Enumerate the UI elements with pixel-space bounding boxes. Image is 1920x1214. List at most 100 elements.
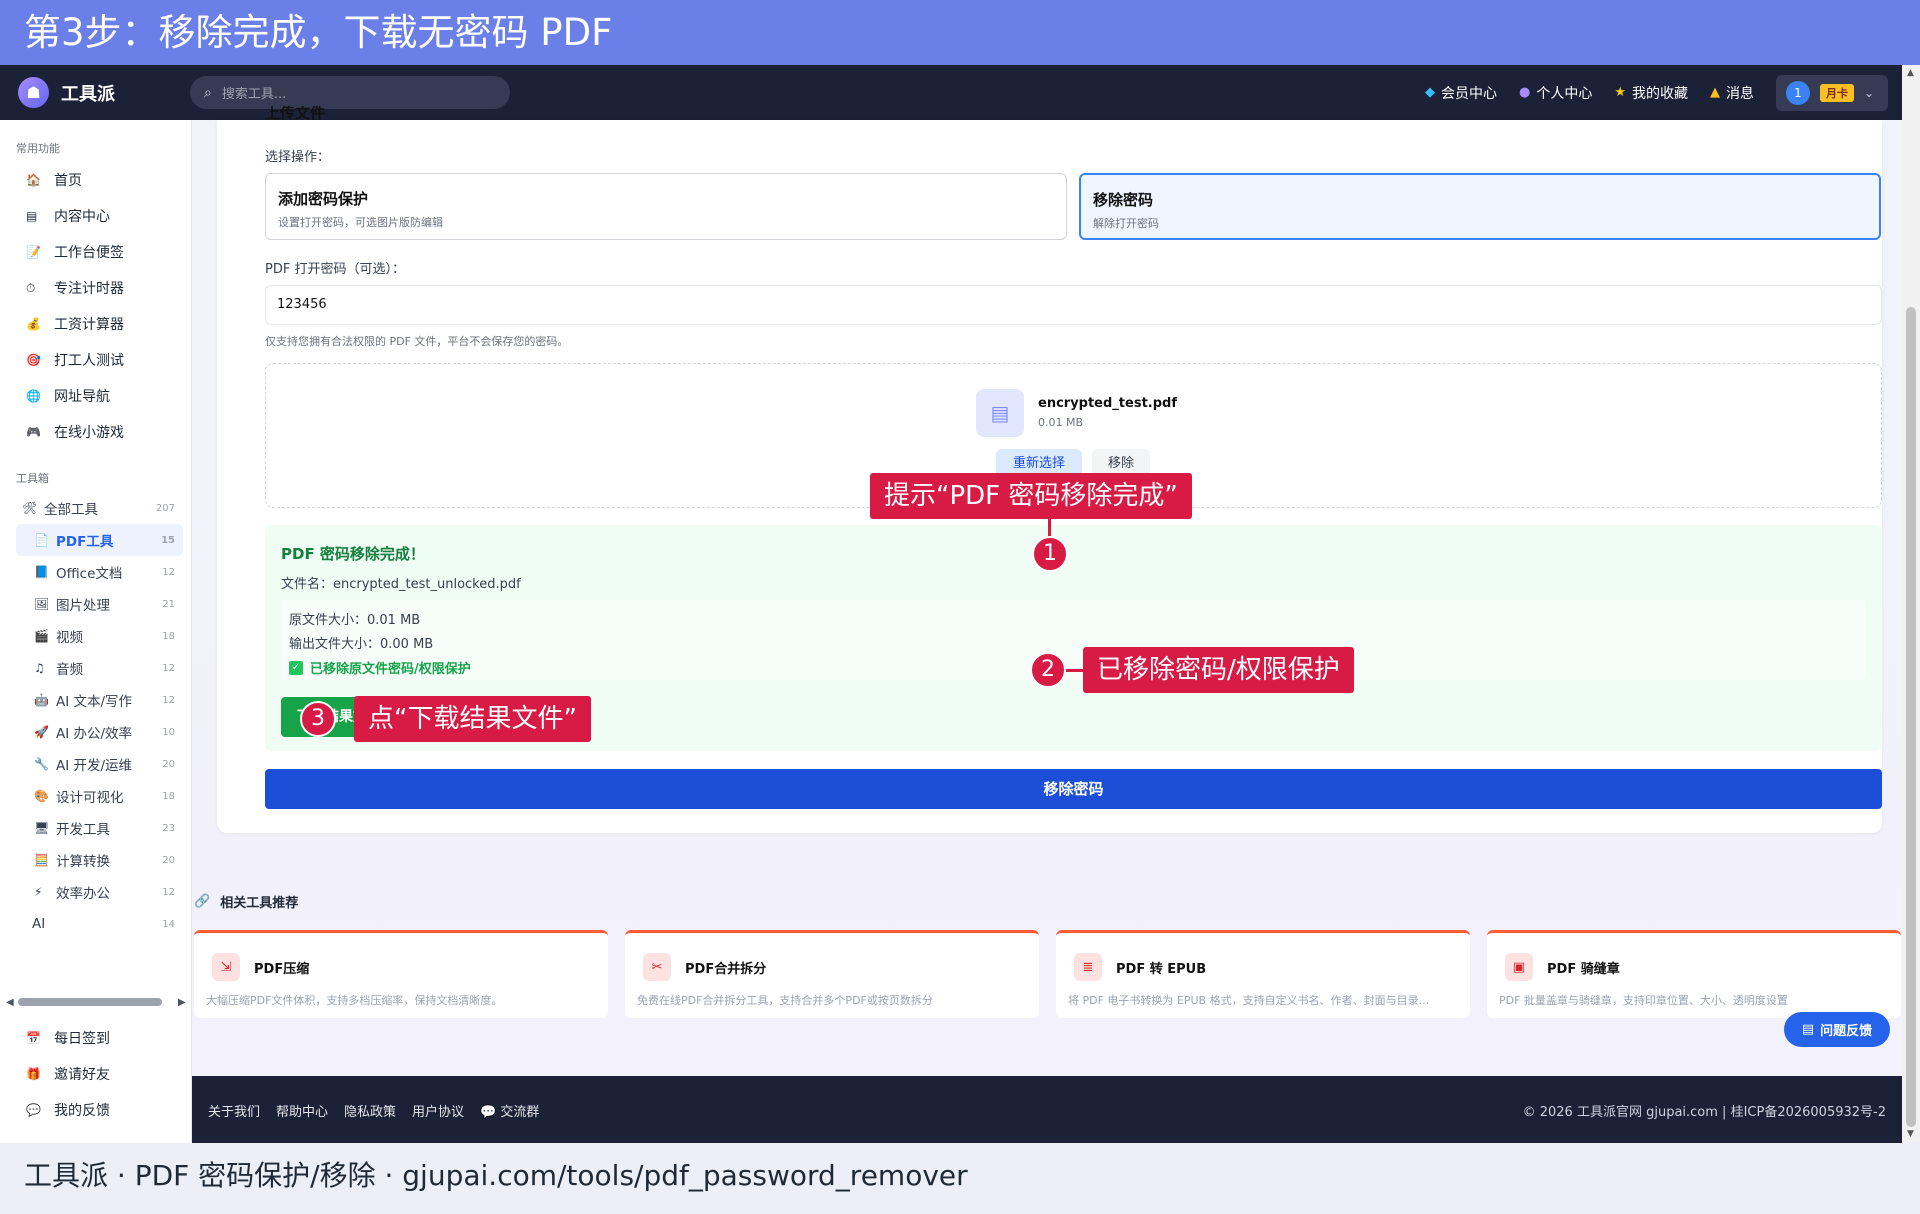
arrow-up-icon[interactable]: ▲ [1907,68,1914,78]
logo-text: 工具派 [61,83,115,105]
sidebar-tool-label: 计算转换 [56,854,110,870]
arrow-down-icon[interactable]: ▼ [1907,1129,1914,1139]
sidebar-tool-count: 207 [155,502,175,514]
related-card-epub[interactable]: ≣ PDF 转 EPUB 将 PDF 电子书转换为 EPUB 格式，支持自定义书… [1056,930,1470,1018]
related-title-text: 相关工具推荐 [220,896,299,911]
sidebar-item-nav[interactable]: 🌐 网址导航 [0,378,191,414]
footer-link-help[interactable]: 帮助中心 [276,1101,328,1120]
sidebar-item-timer[interactable]: ⏱ 专注计时器 [0,270,191,306]
related-card-title: PDF合并拆分 [685,962,767,977]
sidebar-item-invite[interactable]: 🎁 邀请好友 [0,1056,191,1092]
unlock-status-text: 已移除原文件密码/权限保护 [310,662,471,677]
related-tools-title: 🔗 相关工具推荐 [194,892,298,911]
epub-icon: ≣ [1074,953,1102,981]
sidebar-tool-count: 14 [162,918,175,930]
sidebar-tool-label: PDF工具 [56,534,114,550]
sidebar-item-games[interactable]: 🎮 在线小游戏 [0,414,191,450]
file-icon: ▤ [976,389,1024,437]
related-card-compress[interactable]: ⇲ PDF压缩 大幅压缩PDF文件体积，支持多档压缩率，保持文档清晰度。 [194,930,608,1018]
footer-link-about[interactable]: 关于我们 [208,1101,260,1120]
callout-2-connector [1063,669,1085,672]
sidebar-tool-all[interactable]: 🛠 全部工具 207 [16,492,183,524]
related-card-desc: PDF 批量盖章与骑缝章，支持印章位置、大小、透明度设置 [1499,994,1788,1007]
stamp-icon: ▣ [1505,953,1533,981]
chevron-down-icon: ⌄ [1864,85,1875,100]
sidebar-item-checkin[interactable]: 📅 每日签到 [0,1020,191,1056]
sidebar-tool-ai[interactable]: AI 14 [16,908,183,940]
sidebar-tool-label: AI 文本/写作 [56,694,133,710]
sidebar-tool-efficiency[interactable]: ⚡ 效率办公 12 [16,876,183,908]
nav-profile-label: 个人中心 [1536,85,1593,102]
nav-favorites[interactable]: ★ 我的收藏 [1614,83,1688,103]
nav-vip[interactable]: ◆ 会员中心 [1425,83,1497,103]
sidebar-horizontal-scrollbar[interactable]: ◀ ▶ [6,996,186,1008]
pdf-icon: 📄 [34,533,49,547]
monitor-icon: 🖥 [34,821,50,835]
clapper-icon: 🎬 [34,629,49,643]
avatar: 1 [1786,80,1810,105]
footer-link-privacy[interactable]: 隐私政策 [344,1101,396,1120]
sidebar-tool-dev[interactable]: 🖥 开发工具 23 [16,812,183,844]
sidebar-item-label: 网址导航 [54,389,110,405]
user-icon: ● [1519,85,1531,100]
page-vertical-scrollbar[interactable]: ▲ ▼ [1902,65,1920,1143]
sidebar-tool-video[interactable]: 🎬 视频 18 [16,620,183,652]
feedback-button[interactable]: ▤ 问题反馈 [1784,1012,1890,1047]
search-input[interactable]: ⌕ 搜索工具... [190,76,510,109]
search-placeholder: 搜索工具... [221,87,287,102]
sidebar-tool-count: 23 [162,822,175,834]
arrow-right-icon[interactable]: ▶ [178,997,186,1008]
option-add-password[interactable]: 添加密码保护 设置打开密码，可选图片版防编辑 [265,173,1067,240]
sidebar-tool-label: AI 办公/效率 [56,726,133,742]
sidebar-tool-label: 全部工具 [44,502,98,518]
scrollbar-thumb[interactable] [1906,307,1916,1127]
sidebar-item-test[interactable]: 🎯 打工人测试 [0,342,191,378]
sidebar-tool-label: AI 开发/运维 [56,758,133,774]
sidebar-item-label: 首页 [54,173,82,189]
sidebar-tool-count: 18 [162,630,175,642]
footer-link-group[interactable]: 💬 交流群 [480,1101,539,1120]
sidebar-tool-ai-text[interactable]: 🤖 AI 文本/写作 12 [16,684,183,716]
sidebar-tool-design[interactable]: 🎨 设计可视化 18 [16,780,183,812]
sidebar-tool-label: 图片处理 [56,598,110,614]
option-remove-password[interactable]: 移除密码 解除打开密码 [1079,173,1881,240]
home-icon: 🏠 [26,173,41,187]
sidebar-tool-calc[interactable]: 🧮 计算转换 20 [16,844,183,876]
callout-3: 点“下载结果文件” [354,696,591,742]
footer-link-terms[interactable]: 用户协议 [412,1101,464,1120]
sidebar-tool-ai-dev[interactable]: 🔧 AI 开发/运维 20 [16,748,183,780]
arrow-left-icon[interactable]: ◀ [6,997,14,1008]
sidebar-tool-image[interactable]: 🖼 图片处理 21 [16,588,183,620]
callout-2-number: 2 [1030,652,1066,688]
remove-password-button[interactable]: 移除密码 [265,769,1882,809]
sidebar-tool-label: 音频 [56,662,83,678]
file-name: encrypted_test.pdf [1038,396,1177,411]
nav-profile[interactable]: ● 个人中心 [1519,83,1592,103]
image-icon: 🖼 [34,597,50,611]
sidebar-item-content[interactable]: ▤ 内容中心 [0,198,191,234]
user-menu[interactable]: 1 月卡 ⌄ [1776,74,1888,111]
logo[interactable]: ☗ 工具派 [18,77,190,108]
file-size: 0.01 MB [1038,416,1084,429]
sidebar-tool-ai-office[interactable]: 🚀 AI 办公/效率 10 [16,716,183,748]
bell-icon: ▲ [1710,85,1720,100]
option-desc: 设置打开密码，可选图片版防编辑 [278,216,443,229]
sidebar-tool-office[interactable]: 📘 Office文档 12 [16,556,183,588]
sidebar-item-label: 打工人测试 [54,353,124,369]
sidebar-tool-audio[interactable]: ♫ 音频 12 [16,652,183,684]
money-bag-icon: 💰 [26,317,41,331]
output-size: 输出文件大小：0.00 MB [289,637,434,652]
sidebar-item-home[interactable]: 🏠 首页 [0,162,191,198]
nav-vip-label: 会员中心 [1441,85,1497,102]
sidebar-tool-pdf[interactable]: 📄 PDF工具 15 [16,524,183,556]
related-card-merge[interactable]: ✂ PDF合并拆分 免费在线PDF合并拆分工具，支持合并多个PDF或按页数拆分 [625,930,1039,1018]
nav-messages[interactable]: ▲ 消息 [1710,83,1754,103]
sidebar-item-notes[interactable]: 📝 工作台便签 [0,234,191,270]
related-card-stamp[interactable]: ▣ PDF 骑缝章 PDF 批量盖章与骑缝章，支持印章位置、大小、透明度设置 [1487,930,1901,1018]
sidebar-item-salary[interactable]: 💰 工资计算器 [0,306,191,342]
scrollbar-thumb[interactable] [18,998,162,1006]
tools-icon: 🛠 [22,501,38,515]
password-field[interactable]: 123456 [265,285,1882,325]
sidebar-item-feedback[interactable]: 💬 我的反馈 [0,1092,191,1128]
result-title: PDF 密码移除完成！ [281,545,425,563]
